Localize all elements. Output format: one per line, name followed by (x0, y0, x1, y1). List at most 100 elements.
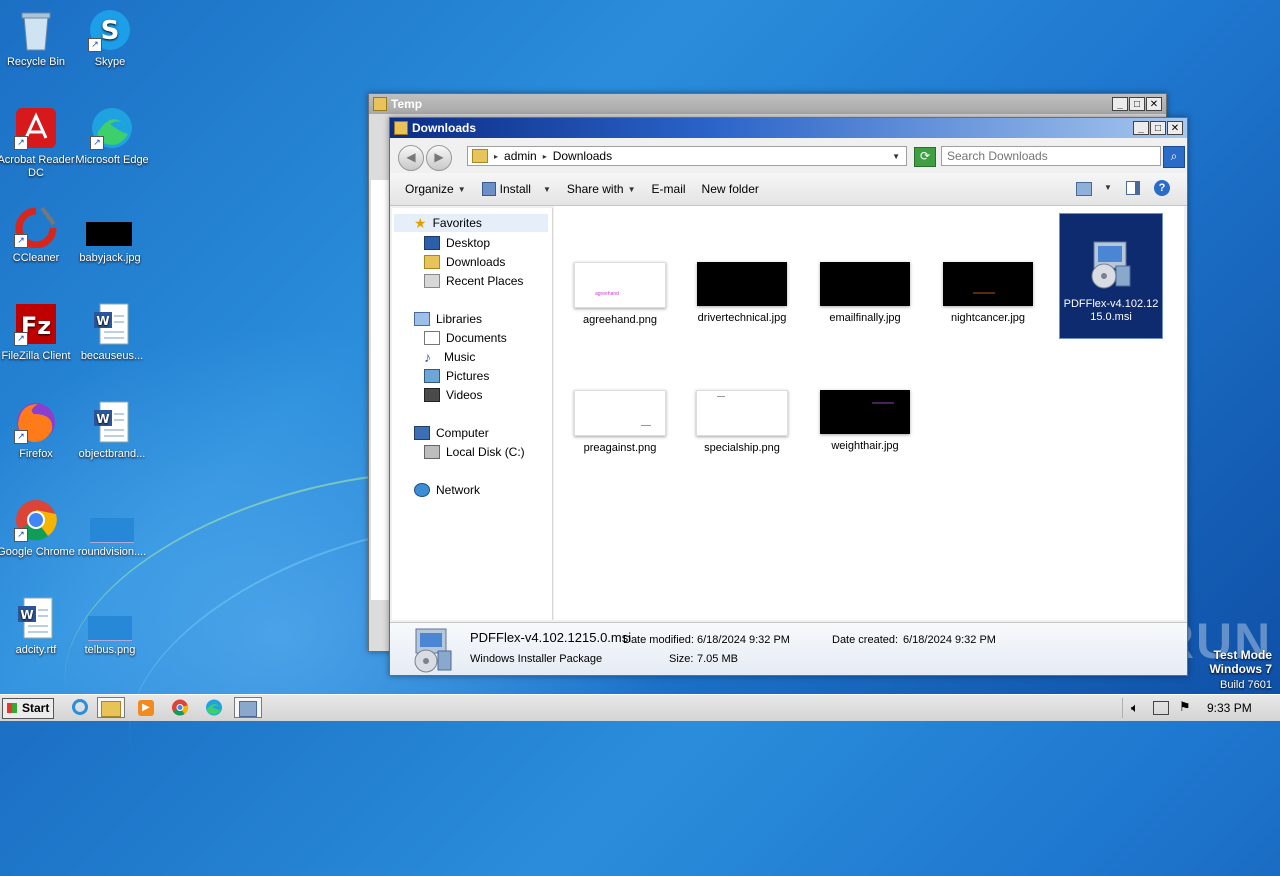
breadcrumb-downloads[interactable]: Downloads (553, 149, 612, 163)
taskbar-explorer[interactable] (97, 697, 125, 718)
file-list-area[interactable]: agreehand agreehand.png drivertechnical.… (554, 206, 1184, 620)
folder-icon (101, 701, 121, 717)
thumbnail-text: agreehand (595, 291, 619, 297)
maximize-button[interactable]: □ (1129, 97, 1145, 111)
file-item[interactable]: weighthair.jpg (809, 390, 921, 452)
navigation-pane: ★ Favorites Desktop Downloads Recent Pla… (392, 208, 553, 620)
nav-recent-places[interactable]: Recent Places (424, 274, 523, 288)
nav-pictures[interactable]: Pictures (424, 369, 489, 383)
file-item[interactable]: emailfinally.jpg (809, 262, 921, 324)
nav-local-disk[interactable]: Local Disk (C:) (424, 445, 525, 459)
back-button[interactable]: ◀ (398, 145, 424, 171)
search-input[interactable] (941, 146, 1161, 166)
volume-icon[interactable]: 🔈︎ (1131, 700, 1139, 716)
videos-icon (424, 388, 440, 402)
recent-places-icon (424, 274, 440, 288)
desktop-icon-objectbrand[interactable]: W objectbrand... (72, 400, 152, 461)
network-tray-icon[interactable] (1153, 701, 1169, 715)
nav-network[interactable]: Network (414, 483, 480, 497)
libraries-icon (414, 312, 430, 326)
file-name: drivertechnical.jpg (697, 312, 787, 324)
desktop-icon-ccleaner[interactable]: ↗ CCleaner (0, 204, 76, 265)
breadcrumb-admin[interactable]: admin (504, 149, 537, 163)
taskbar-installer[interactable] (234, 697, 262, 718)
file-name: preagainst.png (583, 442, 657, 454)
desktop-icon-roundvision[interactable]: roundvision.... (72, 498, 152, 559)
svg-text:W: W (20, 608, 33, 622)
media-player-icon: ▶ (138, 700, 154, 716)
desktop-icon-becauseus[interactable]: W becauseus... (72, 302, 152, 363)
chrome-icon (172, 699, 189, 716)
chevron-down-icon: ▼ (627, 184, 636, 194)
disk-icon (424, 445, 440, 459)
action-center-icon[interactable]: ⚑ (1179, 699, 1191, 715)
chevron-down-icon[interactable]: ▼ (1104, 183, 1112, 192)
minimize-button[interactable]: _ (1112, 97, 1128, 111)
computer-icon (414, 426, 430, 440)
close-button[interactable]: ✕ (1167, 121, 1183, 135)
maximize-button[interactable]: □ (1150, 121, 1166, 135)
thumbnail-mark (717, 396, 725, 397)
refresh-button[interactable]: ⟳ (914, 147, 936, 167)
desktop-icon-skype[interactable]: S ↗ Skype (70, 8, 150, 69)
shortcut-arrow-icon: ↗ (14, 528, 28, 542)
view-options-icon[interactable] (1076, 182, 1092, 196)
nav-favorites[interactable]: ★ Favorites (414, 216, 482, 230)
nav-videos[interactable]: Videos (424, 388, 482, 402)
search-icon[interactable]: ⌕ (1163, 146, 1185, 168)
chevron-right-icon: ▸ (542, 151, 547, 161)
help-icon[interactable]: ? (1154, 180, 1170, 196)
nav-libraries[interactable]: Libraries (414, 312, 482, 326)
taskbar-edge[interactable] (200, 697, 228, 718)
share-with-menu[interactable]: Share with ▼ (567, 182, 636, 196)
temp-titlebar[interactable]: Temp _ □ ✕ (369, 94, 1166, 114)
file-item[interactable]: drivertechnical.jpg (686, 262, 798, 324)
nav-music[interactable]: ♪ Music (424, 350, 475, 364)
desktop-icon-telbus[interactable]: telbus.png (70, 596, 150, 657)
start-button[interactable]: Start (2, 698, 54, 719)
taskbar-chrome[interactable] (166, 697, 194, 718)
desktop-icon-recycle-bin[interactable]: Recycle Bin (0, 8, 76, 69)
downloads-titlebar[interactable]: Downloads _ □ ✕ (390, 118, 1187, 138)
file-thumbnail (574, 390, 666, 436)
forward-button[interactable]: ▶ (426, 145, 452, 171)
organize-menu[interactable]: Organize ▼ (405, 182, 466, 196)
file-item[interactable]: preagainst.png (564, 390, 676, 454)
details-date-modified: 6/18/2024 9:32 PM (697, 634, 790, 646)
taskbar-ie[interactable] (66, 697, 94, 718)
file-item[interactable]: specialship.png (686, 390, 798, 454)
nav-downloads[interactable]: Downloads (424, 255, 505, 269)
minimize-button[interactable]: _ (1133, 121, 1149, 135)
details-pane: PDFFlex-v4.102.1215.0.msi Windows Instal… (390, 622, 1187, 675)
email-button[interactable]: E-mail (652, 182, 686, 196)
desktop-icon-adcity[interactable]: W adcity.rtf (0, 596, 76, 657)
downloads-window[interactable]: Downloads _ □ ✕ ◀ ▶ ▸ admin ▸ Downloads … (389, 117, 1188, 676)
desktop-icon-acrobat[interactable]: ↗ Acrobat Reader DC (0, 106, 76, 180)
breadcrumb[interactable]: ▸ admin ▸ Downloads ▼ (467, 146, 907, 166)
taskbar-media-player[interactable]: ▶ (132, 697, 160, 718)
nav-computer[interactable]: Computer (414, 426, 489, 440)
nav-documents[interactable]: Documents (424, 331, 507, 345)
install-button[interactable]: Install ▼ (481, 182, 551, 196)
shortcut-arrow-icon: ↗ (14, 430, 28, 444)
installer-icon (481, 182, 496, 196)
chevron-down-icon[interactable]: ▼ (892, 152, 900, 161)
close-button[interactable]: ✕ (1146, 97, 1162, 111)
svg-text:W: W (96, 314, 109, 328)
nav-desktop[interactable]: Desktop (424, 236, 490, 250)
word-document-icon: W (90, 302, 134, 346)
desktop-icon-chrome[interactable]: ↗ Google Chrome (0, 498, 76, 559)
preview-pane-icon[interactable] (1126, 181, 1140, 195)
desktop-icon-edge[interactable]: ↗ Microsoft Edge (72, 106, 152, 167)
chrome-icon: ↗ (14, 498, 58, 542)
desktop-icon-babyjack[interactable]: babyjack.jpg (70, 204, 150, 265)
file-item-selected[interactable]: PDFFlex-v4.102.1215.0.msi (1059, 213, 1163, 339)
file-name: specialship.png (704, 442, 780, 454)
new-folder-button[interactable]: New folder (702, 182, 759, 196)
file-thumbnail (943, 262, 1033, 306)
desktop-icon-firefox[interactable]: ↗ Firefox (0, 400, 76, 461)
file-item[interactable]: agreehand agreehand.png (564, 262, 676, 326)
clock[interactable]: 9:33 PM (1207, 701, 1252, 715)
desktop-icon-filezilla[interactable]: Fz ↗ FileZilla Client (0, 302, 76, 363)
file-item[interactable]: nightcancer.jpg (932, 262, 1044, 324)
